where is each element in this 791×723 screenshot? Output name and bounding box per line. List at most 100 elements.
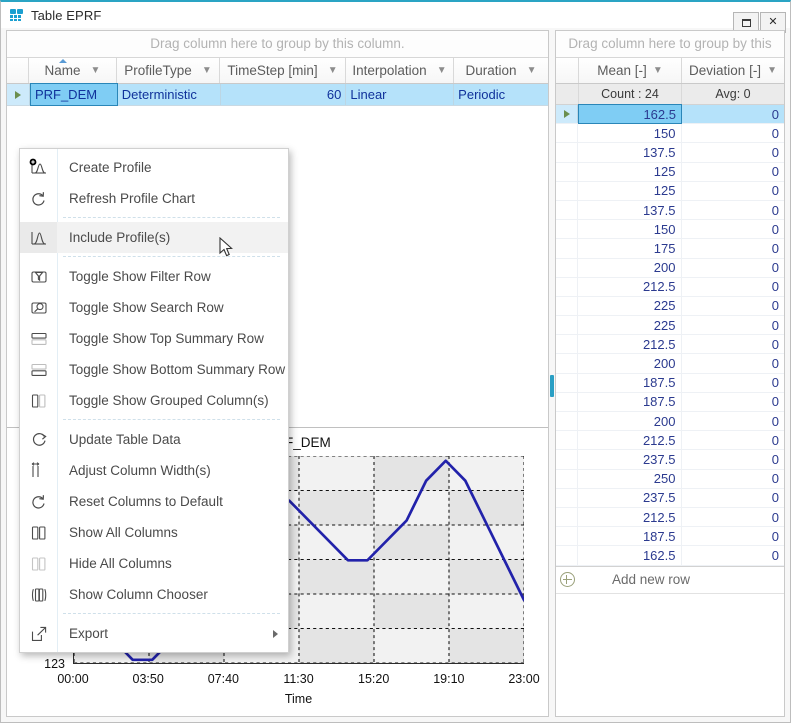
- cell-deviation[interactable]: 0: [682, 143, 785, 161]
- cell-deviation[interactable]: 0: [682, 105, 784, 123]
- menu-item-export[interactable]: Export: [20, 618, 288, 649]
- cell-mean[interactable]: 225: [578, 316, 682, 334]
- values-rows-container[interactable]: 162.501500137.5012501250137.501500175020…: [556, 105, 784, 566]
- cell-deviation[interactable]: 0: [682, 489, 785, 507]
- cell-profiletype[interactable]: Deterministic: [118, 84, 221, 105]
- menu-item-adjust-column-width-s[interactable]: Adjust Column Width(s): [20, 455, 288, 486]
- table-row[interactable]: 237.50: [556, 450, 784, 469]
- cell-mean[interactable]: 212.5: [578, 278, 682, 296]
- cell-deviation[interactable]: 0: [682, 124, 785, 142]
- cell-deviation[interactable]: 0: [682, 450, 785, 468]
- menu-item-reset-columns-to-default[interactable]: Reset Columns to Default: [20, 486, 288, 517]
- cell-deviation[interactable]: 0: [682, 201, 785, 219]
- menu-item-show-column-chooser[interactable]: Show Column Chooser: [20, 579, 288, 610]
- cell-mean[interactable]: 150: [578, 124, 682, 142]
- cell-mean[interactable]: 237.5: [578, 450, 682, 468]
- add-new-row-button[interactable]: Add new row: [556, 566, 784, 594]
- cell-deviation[interactable]: 0: [682, 316, 785, 334]
- column-header-timestep[interactable]: TimeStep [min] ▼: [220, 58, 346, 83]
- table-row[interactable]: 1500: [556, 220, 784, 239]
- cell-mean[interactable]: 237.5: [578, 489, 682, 507]
- table-row[interactable]: 2500: [556, 470, 784, 489]
- filter-icon[interactable]: ▼: [653, 65, 663, 76]
- table-row[interactable]: 2250: [556, 297, 784, 316]
- cell-mean[interactable]: 187.5: [578, 527, 682, 545]
- cell-interpolation[interactable]: Linear: [346, 84, 454, 105]
- cell-mean[interactable]: 200: [578, 412, 682, 430]
- filter-icon[interactable]: ▼: [202, 65, 212, 76]
- cell-mean[interactable]: 250: [578, 470, 682, 488]
- table-row[interactable]: 137.50: [556, 143, 784, 162]
- cell-mean[interactable]: 175: [578, 239, 682, 257]
- cell-deviation[interactable]: 0: [682, 374, 785, 392]
- filter-icon[interactable]: ▼: [328, 65, 338, 76]
- table-row[interactable]: 162.50: [556, 105, 784, 124]
- table-row[interactable]: 1500: [556, 124, 784, 143]
- cell-mean[interactable]: 187.5: [578, 393, 682, 411]
- cell-deviation[interactable]: 0: [682, 470, 785, 488]
- cell-deviation[interactable]: 0: [682, 297, 785, 315]
- menu-item-toggle-show-grouped-column-s[interactable]: Toggle Show Grouped Column(s): [20, 385, 288, 416]
- cell-mean[interactable]: 162.5: [578, 104, 682, 124]
- filter-icon[interactable]: ▼: [767, 65, 777, 76]
- cell-deviation[interactable]: 0: [682, 527, 785, 545]
- menu-item-toggle-show-search-row[interactable]: Toggle Show Search Row: [20, 292, 288, 323]
- table-row[interactable]: 187.50: [556, 374, 784, 393]
- column-header-interpolation[interactable]: Interpolation ▼: [346, 58, 454, 83]
- menu-item-toggle-show-filter-row[interactable]: Toggle Show Filter Row: [20, 261, 288, 292]
- cell-mean[interactable]: 225: [578, 297, 682, 315]
- group-panel-left[interactable]: Drag column here to group by this column…: [7, 31, 548, 58]
- cell-deviation[interactable]: 0: [682, 412, 785, 430]
- cell-mean[interactable]: 212.5: [578, 431, 682, 449]
- menu-item-hide-all-columns[interactable]: Hide All Columns: [20, 548, 288, 579]
- menu-item-include-profile-s[interactable]: Include Profile(s): [20, 222, 288, 253]
- cell-mean[interactable]: 137.5: [578, 201, 682, 219]
- column-header-name[interactable]: Name ▼: [29, 58, 117, 83]
- cell-deviation[interactable]: 0: [682, 163, 785, 181]
- menu-item-show-all-columns[interactable]: Show All Columns: [20, 517, 288, 548]
- group-panel-right[interactable]: Drag column here to group by this: [556, 31, 784, 58]
- filter-icon[interactable]: ▼: [437, 65, 447, 76]
- cell-mean[interactable]: 162.5: [578, 546, 682, 564]
- menu-item-create-profile[interactable]: Create Profile: [20, 152, 288, 183]
- filter-icon[interactable]: ▼: [91, 65, 101, 76]
- menu-item-update-table-data[interactable]: Update Table Data: [20, 424, 288, 455]
- cell-mean[interactable]: 212.5: [578, 508, 682, 526]
- menu-item-toggle-show-bottom-summary-row[interactable]: Toggle Show Bottom Summary Row: [20, 354, 288, 385]
- cell-deviation[interactable]: 0: [682, 220, 785, 238]
- table-row[interactable]: 137.50: [556, 201, 784, 220]
- table-row[interactable]: 212.50: [556, 278, 784, 297]
- table-row[interactable]: PRF_DEM Deterministic 60 Linear Periodic: [7, 84, 548, 106]
- cell-mean[interactable]: 187.5: [578, 374, 682, 392]
- cell-deviation[interactable]: 0: [682, 354, 785, 372]
- cell-mean[interactable]: 200: [578, 259, 682, 277]
- column-header-deviation[interactable]: Deviation [-] ▼: [682, 58, 784, 83]
- splitter-grip[interactable]: [550, 375, 554, 397]
- table-row[interactable]: 2000: [556, 354, 784, 373]
- cell-mean[interactable]: 212.5: [578, 335, 682, 353]
- table-row[interactable]: 237.50: [556, 489, 784, 508]
- table-row[interactable]: 162.50: [556, 546, 784, 565]
- column-header-profiletype[interactable]: ProfileType ▼: [117, 58, 220, 83]
- table-row[interactable]: 187.50: [556, 527, 784, 546]
- cell-mean[interactable]: 125: [578, 163, 682, 181]
- table-row[interactable]: 212.50: [556, 508, 784, 527]
- filter-icon[interactable]: ▼: [527, 65, 537, 76]
- cell-deviation[interactable]: 0: [682, 546, 785, 564]
- column-header-mean[interactable]: Mean [-] ▼: [579, 58, 682, 83]
- cell-mean[interactable]: 125: [578, 182, 682, 200]
- cell-mean[interactable]: 200: [578, 354, 682, 372]
- table-row[interactable]: 2250: [556, 316, 784, 335]
- cell-deviation[interactable]: 0: [682, 259, 785, 277]
- cell-deviation[interactable]: 0: [682, 335, 785, 353]
- cell-duration[interactable]: Periodic: [454, 84, 548, 105]
- table-row[interactable]: 187.50: [556, 393, 784, 412]
- cell-deviation[interactable]: 0: [682, 182, 785, 200]
- cell-deviation[interactable]: 0: [682, 278, 785, 296]
- cell-deviation[interactable]: 0: [682, 508, 785, 526]
- table-row[interactable]: 2000: [556, 412, 784, 431]
- table-row[interactable]: 1750: [556, 239, 784, 258]
- cell-deviation[interactable]: 0: [682, 239, 785, 257]
- table-row[interactable]: 1250: [556, 182, 784, 201]
- table-row[interactable]: 1250: [556, 163, 784, 182]
